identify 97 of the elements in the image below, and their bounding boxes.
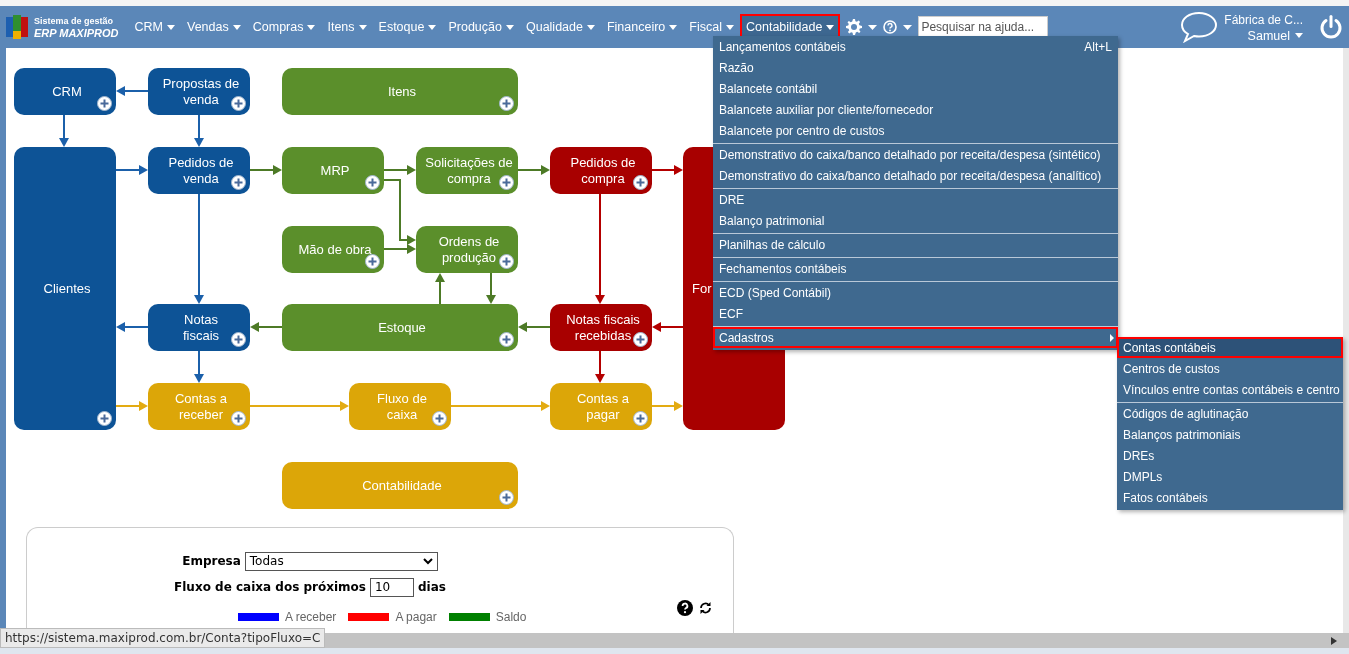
module-node[interactable]: Ordens de produção <box>416 226 518 273</box>
vertical-scrollbar[interactable] <box>1343 48 1349 633</box>
module-node[interactable]: Notas fiscais <box>148 304 250 351</box>
menu-item[interactable]: DMPLs <box>1117 466 1343 487</box>
menu-item[interactable]: Centros de custos <box>1117 358 1343 379</box>
submenu-arrow-icon <box>1110 333 1114 342</box>
chevron-down-icon <box>422 557 433 565</box>
menu-item[interactable]: Cadastros <box>713 327 1118 348</box>
add-icon[interactable] <box>499 96 514 111</box>
add-icon[interactable] <box>499 332 514 347</box>
module-node[interactable]: Notas fiscais recebidas <box>550 304 652 351</box>
user-menu[interactable]: Samuel <box>1247 28 1303 43</box>
field-label: Fluxo de caixa dos próximos <box>174 580 366 594</box>
add-icon[interactable] <box>231 411 246 426</box>
module-node[interactable]: MRP <box>282 147 384 194</box>
days-field[interactable]: 10 <box>370 577 414 597</box>
menu-item[interactable]: Vínculos entre contas contábeis e centro <box>1117 379 1343 400</box>
arrow <box>486 272 496 304</box>
arrow <box>651 401 683 411</box>
field-label: Empresa <box>182 554 241 568</box>
logo-title: ERP MAXIPROD <box>34 27 119 39</box>
menu-item[interactable]: Fechamentos contábeis <box>713 258 1118 279</box>
field-label: dias <box>418 580 446 594</box>
menu-item[interactable]: Planilhas de cálculo <box>713 234 1118 255</box>
arrow <box>116 86 149 96</box>
menu-item[interactable]: Balancete auxiliar por cliente/fornecedor <box>713 99 1118 120</box>
module-node[interactable]: Pedidos de compra <box>550 147 652 194</box>
arrow <box>194 350 204 383</box>
nav-menu[interactable]: Estoque <box>372 14 443 40</box>
add-icon[interactable] <box>499 254 514 269</box>
company-name: Fábrica de C... <box>1224 11 1303 29</box>
menu-item[interactable]: DREs <box>1117 445 1343 466</box>
module-node[interactable]: Clientes <box>14 147 116 430</box>
arrow <box>115 401 148 411</box>
nav-menu[interactable]: Qualidade <box>519 14 601 40</box>
arrow <box>517 165 550 175</box>
settings-icon[interactable] <box>846 19 863 35</box>
add-icon[interactable] <box>231 332 246 347</box>
menu-item[interactable]: Fatos contábeis <box>1117 487 1343 508</box>
legend-label: A pagar <box>395 610 437 624</box>
add-icon[interactable] <box>231 96 246 111</box>
logo-icon <box>6 15 28 39</box>
arrow <box>518 322 551 332</box>
help-icon[interactable] <box>677 600 693 616</box>
nav-menu[interactable]: Produção <box>442 14 520 40</box>
add-icon[interactable] <box>231 175 246 190</box>
logo-subtitle: Sistema de gestão <box>34 15 115 27</box>
nav-menu[interactable]: Itens <box>321 14 373 40</box>
module-node[interactable]: Pedidos de venda <box>148 147 250 194</box>
company-select[interactable]: Todas <box>244 551 438 571</box>
module-node[interactable]: Propostas de venda <box>148 68 250 115</box>
menu-item[interactable]: Balancete contábil <box>713 78 1118 99</box>
module-node[interactable]: Estoque <box>282 304 518 351</box>
arrow <box>250 322 283 332</box>
arrow <box>652 322 684 332</box>
add-icon[interactable] <box>633 332 648 347</box>
menu-item[interactable]: Balancete por centro de custos <box>713 120 1118 141</box>
arrow <box>383 165 416 175</box>
arrow <box>194 114 204 147</box>
caret-icon[interactable] <box>903 24 913 30</box>
nav-menu[interactable]: Compras <box>246 14 322 40</box>
menu-item[interactable]: Códigos de aglutinação <box>1117 403 1343 424</box>
menu-item[interactable]: Razão <box>713 57 1118 78</box>
add-icon[interactable] <box>97 411 112 426</box>
arrow <box>595 350 605 383</box>
add-icon[interactable] <box>633 411 648 426</box>
legend-label: Saldo <box>495 610 527 624</box>
status-tooltip: https://sistema.maxiprod.com.br/Conta?tipoFluxo=C <box>0 628 326 648</box>
menu-item[interactable]: Contas contábeis <box>1117 337 1343 358</box>
arrow <box>115 165 148 175</box>
add-icon[interactable] <box>97 96 112 111</box>
add-icon[interactable] <box>499 490 514 505</box>
scroll-right-icon[interactable] <box>1331 636 1337 645</box>
arrow <box>116 322 149 332</box>
arrow <box>249 165 282 175</box>
add-icon[interactable] <box>365 254 380 269</box>
search-field[interactable]: Pesquisar na ajuda... <box>918 16 1049 38</box>
add-icon[interactable] <box>499 175 514 190</box>
nav-menu[interactable]: CRM <box>128 14 181 40</box>
add-icon[interactable] <box>633 175 648 190</box>
add-icon[interactable] <box>365 175 380 190</box>
caret-icon[interactable] <box>868 24 878 30</box>
module-node[interactable]: Solicitações de compra <box>416 147 518 194</box>
add-icon[interactable] <box>432 411 447 426</box>
arrow <box>435 273 445 305</box>
power-icon[interactable] <box>1319 15 1343 39</box>
legend-label: A receber <box>285 610 337 624</box>
chat-bubble-icon[interactable] <box>1180 11 1219 43</box>
arrow <box>59 114 69 147</box>
menu-item[interactable]: Balanços patrimoniais <box>1117 424 1343 445</box>
arrow <box>651 165 683 175</box>
module-node[interactable]: CRM <box>14 68 116 115</box>
nav-menu[interactable]: Financeiro <box>600 14 684 40</box>
module-node[interactable]: Itens <box>282 68 518 115</box>
refresh-icon[interactable] <box>698 601 713 615</box>
nav-menu[interactable]: Vendas <box>181 14 247 40</box>
module-node[interactable]: Mão de obra <box>282 226 384 273</box>
